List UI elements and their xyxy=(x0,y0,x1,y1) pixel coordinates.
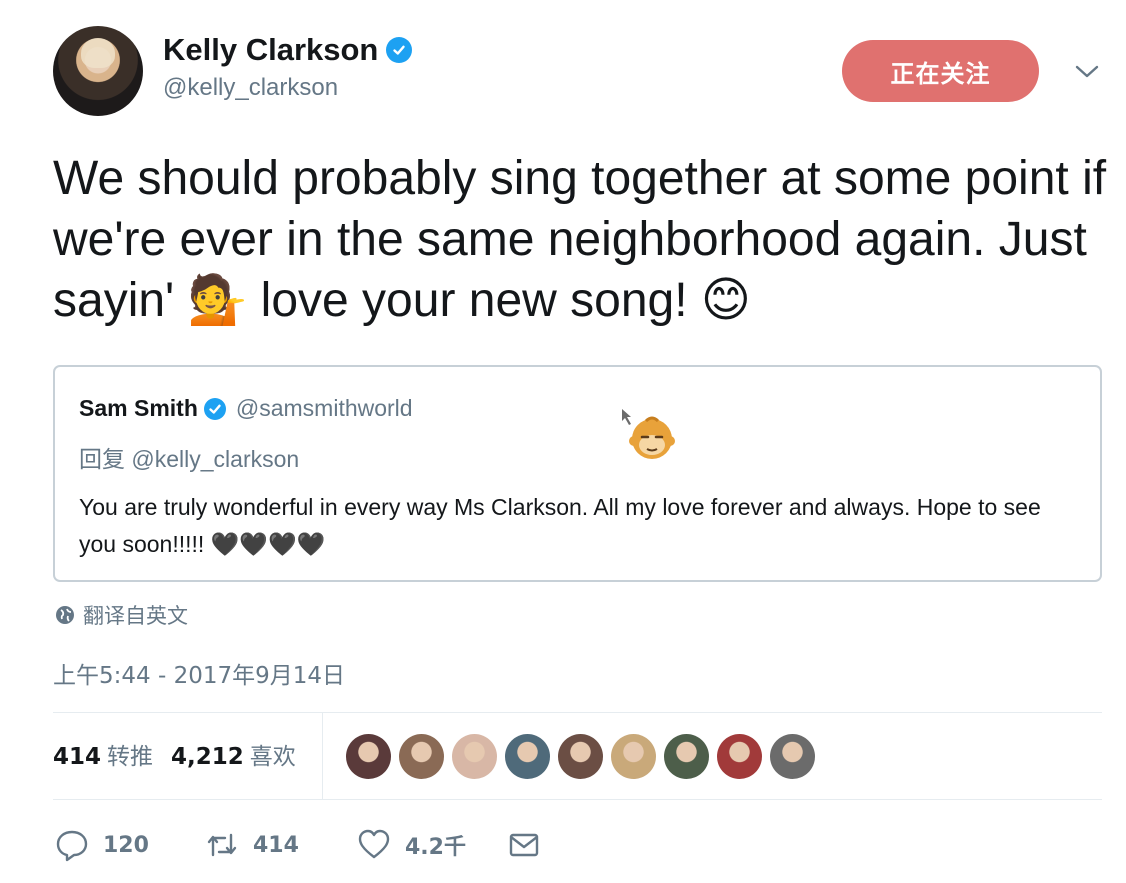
quoted-author-name: Sam Smith xyxy=(79,395,198,421)
author-block: Kelly Clarkson @kelly_clarkson xyxy=(163,30,413,102)
direct-message-button[interactable] xyxy=(507,828,541,862)
verified-badge-icon xyxy=(386,37,413,63)
divider xyxy=(53,799,1102,800)
author-name[interactable]: Kelly Clarkson xyxy=(163,32,378,68)
retweet-icon xyxy=(207,833,237,857)
liker-avatar[interactable] xyxy=(346,734,391,779)
monkey-cursor-icon xyxy=(622,409,675,459)
heart-icon xyxy=(358,829,390,859)
tweet-text: We should probably sing together at some… xyxy=(53,152,1107,327)
liker-avatars xyxy=(346,734,815,779)
divider xyxy=(322,713,323,799)
liker-avatar[interactable] xyxy=(664,734,709,779)
liker-avatar[interactable] xyxy=(770,734,815,779)
quoted-author-handle: @samsmithworld xyxy=(235,395,413,421)
likes-stat[interactable]: 4,212 喜欢 xyxy=(171,737,296,771)
retweet-button[interactable]: 414 xyxy=(205,828,299,862)
chevron-down-icon[interactable] xyxy=(1074,62,1100,82)
reply-to-handle[interactable]: @kelly_clarkson xyxy=(131,446,299,472)
retweets-label: 转推 xyxy=(107,744,154,770)
liker-avatar[interactable] xyxy=(452,734,497,779)
divider xyxy=(53,712,1102,713)
verified-badge-icon xyxy=(203,397,226,420)
liker-avatar[interactable] xyxy=(717,734,762,779)
reply-context: 回复 @kelly_clarkson xyxy=(79,440,299,474)
envelope-icon xyxy=(509,833,539,857)
quoted-tweet[interactable]: Sam Smith @samsmithworld 回复 @kelly_clark… xyxy=(53,365,1102,582)
tweet-actions: 120 414 4.2千 xyxy=(55,828,655,868)
translate-link[interactable]: 翻译自英文 xyxy=(55,600,188,630)
following-button[interactable]: 正在关注 xyxy=(842,40,1039,102)
likes-count: 4,212 xyxy=(171,744,244,770)
liker-avatar[interactable] xyxy=(611,734,656,779)
reply-count: 120 xyxy=(103,832,149,858)
liker-avatar[interactable] xyxy=(558,734,603,779)
engagement-stats: 414 转推 4,212 喜欢 xyxy=(53,737,296,771)
author-handle[interactable]: @kelly_clarkson xyxy=(163,74,412,102)
retweets-count: 414 xyxy=(53,744,102,770)
retweet-count: 414 xyxy=(253,832,299,858)
reply-prefix: 回复 xyxy=(79,447,125,473)
likes-label: 喜欢 xyxy=(249,744,296,770)
liker-avatar[interactable] xyxy=(505,734,550,779)
quoted-tweet-header: Sam Smith @samsmithworld xyxy=(79,395,413,422)
globe-icon xyxy=(56,606,74,624)
translate-label[interactable]: 翻译自英文 xyxy=(83,600,188,630)
like-count: 4.2千 xyxy=(405,835,466,860)
liker-avatar[interactable] xyxy=(399,734,444,779)
author-name-row[interactable]: Kelly Clarkson xyxy=(163,30,413,70)
quoted-tweet-body: You are truly wonderful in every way Ms … xyxy=(79,494,1041,557)
like-button[interactable]: 4.2千 xyxy=(357,828,466,862)
reply-icon xyxy=(56,830,88,862)
tweet-timestamp[interactable]: 上午5:44 - 2017年9月14日 xyxy=(53,656,345,690)
reply-button[interactable]: 120 xyxy=(55,828,149,862)
author-avatar[interactable] xyxy=(53,26,143,116)
retweets-stat[interactable]: 414 转推 xyxy=(53,737,153,771)
